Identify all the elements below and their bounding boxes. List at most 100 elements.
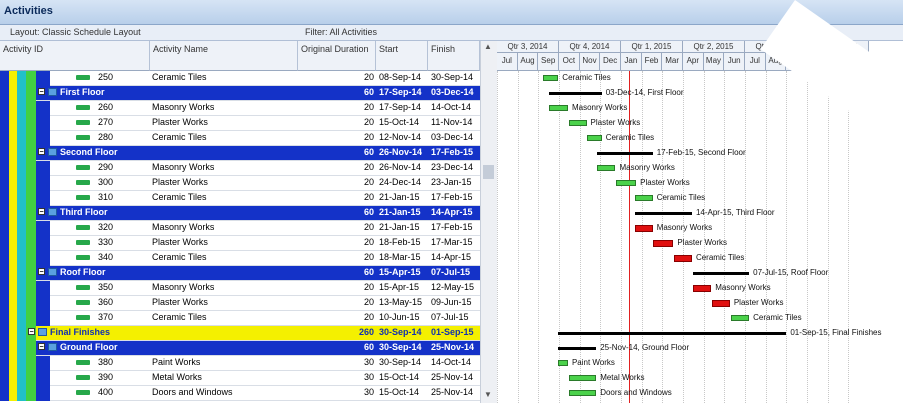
activity-row[interactable]: 270 Plaster Works 20 15-Oct-14 11-Nov-14 bbox=[0, 116, 496, 131]
wbs-row[interactable]: − First Floor 60 17-Sep-14 03-Dec-14 bbox=[0, 86, 496, 101]
gantt-summary-bar[interactable] bbox=[558, 332, 787, 335]
wbs-level-band bbox=[17, 281, 26, 296]
wbs-level-band bbox=[9, 146, 17, 161]
window-titlebar: Activities bbox=[0, 0, 903, 25]
activity-row[interactable]: 390 Metal Works 30 15-Oct-14 25-Nov-14 bbox=[0, 371, 496, 386]
activity-name: Paint Works bbox=[152, 357, 201, 367]
activity-row[interactable]: 310 Ceramic Tiles 20 21-Jan-15 17-Feb-15 bbox=[0, 191, 496, 206]
activity-bar-icon bbox=[76, 240, 90, 245]
activity-row[interactable]: 290 Masonry Works 20 26-Nov-14 23-Dec-14 bbox=[0, 161, 496, 176]
scroll-up-icon[interactable]: ▲ bbox=[484, 42, 493, 51]
gantt-activity-bar[interactable] bbox=[587, 135, 602, 141]
gantt-activity-bar[interactable] bbox=[674, 255, 692, 262]
gantt-activity-bar[interactable] bbox=[653, 240, 674, 247]
wbs-level-band bbox=[17, 101, 26, 116]
scrollbar-thumb[interactable] bbox=[483, 165, 494, 179]
wbs-level-band bbox=[36, 236, 50, 251]
activity-row[interactable]: 340 Ceramic Tiles 20 18-Mar-15 14-Apr-15 bbox=[0, 251, 496, 266]
start-date: 17-Sep-14 bbox=[379, 87, 422, 97]
col-header-finish[interactable]: Finish bbox=[428, 41, 480, 71]
collapse-icon[interactable]: − bbox=[28, 328, 35, 336]
finish-date: 14-Apr-15 bbox=[431, 207, 473, 217]
gantt-activity-bar[interactable] bbox=[692, 285, 712, 292]
layout-label[interactable]: Layout: Classic Schedule Layout bbox=[10, 27, 141, 37]
gantt-activity-bar[interactable] bbox=[711, 300, 730, 307]
gantt-activity-bar[interactable] bbox=[558, 360, 568, 366]
wbs-row[interactable]: − Third Floor 60 21-Jan-15 14-Apr-15 bbox=[0, 206, 496, 221]
scroll-down-icon[interactable]: ▼ bbox=[484, 390, 493, 399]
gantt-activity-bar[interactable] bbox=[568, 390, 597, 396]
collapse-icon[interactable]: − bbox=[38, 148, 45, 156]
gantt-bar-label: 17-Feb-15, Second Floor bbox=[656, 148, 746, 157]
collapse-icon[interactable]: − bbox=[38, 88, 45, 96]
activity-row[interactable]: 360 Plaster Works 20 13-May-15 09-Jun-15 bbox=[0, 296, 496, 311]
wbs-level-band bbox=[26, 221, 36, 236]
gantt-activity-bar[interactable] bbox=[730, 315, 750, 321]
wbs-row[interactable]: − Ground Floor 60 30-Sep-14 25-Nov-14 bbox=[0, 341, 496, 356]
collapse-icon[interactable]: − bbox=[38, 343, 45, 351]
gantt-summary-bar[interactable] bbox=[634, 212, 692, 215]
col-header-original-duration[interactable]: Original Duration bbox=[298, 41, 376, 71]
wbs-name: First Floor bbox=[60, 87, 105, 97]
gantt-summary-bar[interactable] bbox=[692, 272, 750, 275]
activity-row[interactable]: 400 Doors and Windows 30 15-Oct-14 25-Nov-14 bbox=[0, 386, 496, 401]
vertical-scrollbar[interactable]: ▲ ▼ bbox=[480, 41, 497, 403]
wbs-level-band bbox=[0, 131, 9, 146]
activity-row[interactable]: 300 Plaster Works 20 24-Dec-14 23-Jan-15 bbox=[0, 176, 496, 191]
wbs-level-band bbox=[17, 251, 26, 266]
wbs-level-band bbox=[0, 86, 9, 101]
filter-label[interactable]: Filter: All Activities bbox=[305, 27, 377, 37]
start-date: 15-Apr-15 bbox=[379, 267, 421, 277]
gantt-bar-label: Ceramic Tiles bbox=[605, 133, 655, 142]
wbs-level-band bbox=[17, 341, 26, 356]
activity-name: Ceramic Tiles bbox=[152, 252, 207, 262]
activity-row[interactable]: 380 Paint Works 30 30-Sep-14 14-Oct-14 bbox=[0, 356, 496, 371]
wbs-level-band bbox=[0, 266, 9, 281]
gantt-summary-bar[interactable] bbox=[558, 347, 597, 350]
col-header-activity-id[interactable]: Activity ID bbox=[0, 41, 150, 71]
wbs-level-band bbox=[36, 131, 50, 146]
wbs-row[interactable]: − Second Floor 60 26-Nov-14 17-Feb-15 bbox=[0, 146, 496, 161]
finish-date: 03-Dec-14 bbox=[431, 87, 474, 97]
wbs-level-band bbox=[26, 356, 36, 371]
finish-date: 14-Apr-15 bbox=[431, 252, 472, 262]
wbs-level-band bbox=[9, 71, 17, 86]
activity-row[interactable]: 260 Masonry Works 20 17-Sep-14 14-Oct-14 bbox=[0, 101, 496, 116]
gantt-activity-bar[interactable] bbox=[596, 165, 616, 171]
wbs-name: Third Floor bbox=[60, 207, 108, 217]
activity-row[interactable]: 280 Ceramic Tiles 20 12-Nov-14 03-Dec-14 bbox=[0, 131, 496, 146]
activity-row[interactable]: 330 Plaster Works 20 18-Feb-15 17-Mar-15 bbox=[0, 236, 496, 251]
gantt-activity-bar[interactable] bbox=[568, 375, 597, 381]
activity-row[interactable]: 350 Masonry Works 20 15-Apr-15 12-May-15 bbox=[0, 281, 496, 296]
activity-table: 250 Ceramic Tiles 20 08-Sep-14 30-Sep-14 − Fir… bbox=[0, 71, 496, 403]
col-header-activity-name[interactable]: Activity Name bbox=[150, 41, 298, 71]
gantt-activity-bar[interactable] bbox=[549, 105, 568, 111]
wbs-level-band bbox=[9, 341, 17, 356]
finish-date: 14-Oct-14 bbox=[431, 102, 472, 112]
gantt-summary-bar[interactable] bbox=[596, 152, 653, 155]
wbs-level-band bbox=[36, 161, 50, 176]
finish-date: 25-Nov-14 bbox=[431, 372, 474, 382]
finish-date: 17-Feb-15 bbox=[431, 147, 474, 157]
gantt-gridline bbox=[683, 71, 684, 403]
wbs-folder-icon bbox=[48, 343, 57, 351]
activity-row[interactable]: 250 Ceramic Tiles 20 08-Sep-14 30-Sep-14 bbox=[0, 71, 496, 86]
col-header-start[interactable]: Start bbox=[376, 41, 428, 71]
wbs-level-band bbox=[36, 101, 50, 116]
collapse-icon[interactable]: − bbox=[38, 208, 45, 216]
start-date: 18-Mar-15 bbox=[379, 252, 421, 262]
finish-date: 14-Oct-14 bbox=[431, 357, 472, 367]
gantt-activity-bar[interactable] bbox=[634, 195, 653, 201]
gantt-activity-bar[interactable] bbox=[568, 120, 587, 126]
gantt-activity-bar[interactable] bbox=[634, 225, 653, 232]
original-duration: 30 bbox=[363, 357, 374, 367]
gantt-activity-bar[interactable] bbox=[616, 180, 637, 186]
activity-row[interactable]: 370 Ceramic Tiles 20 10-Jun-15 07-Jul-15 bbox=[0, 311, 496, 326]
gantt-activity-bar[interactable] bbox=[543, 75, 559, 81]
activity-row[interactable]: 320 Masonry Works 20 21-Jan-15 17-Feb-15 bbox=[0, 221, 496, 236]
original-duration: 30 bbox=[363, 372, 374, 382]
wbs-row[interactable]: − Roof Floor 60 15-Apr-15 07-Jul-15 bbox=[0, 266, 496, 281]
wbs-row[interactable]: − Final Finishes 260 30-Sep-14 01-Sep-15 bbox=[0, 326, 496, 341]
gantt-summary-bar[interactable] bbox=[549, 92, 602, 95]
collapse-icon[interactable]: − bbox=[38, 268, 45, 276]
